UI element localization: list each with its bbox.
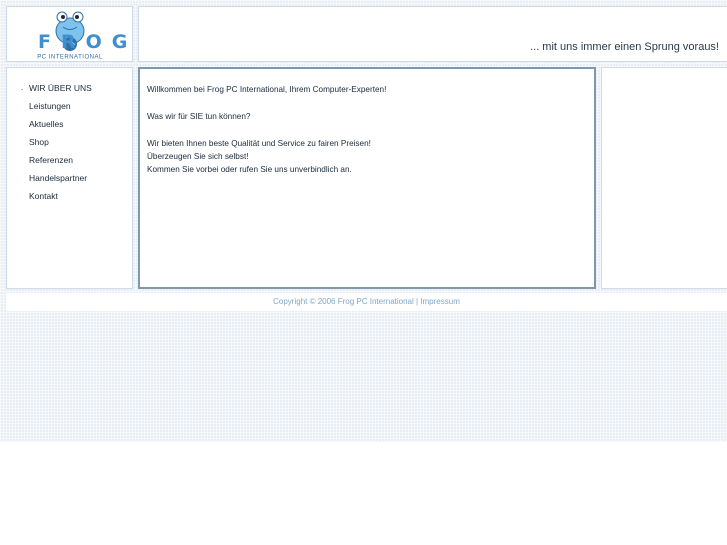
convince-line: Überzeugen Sie sich selbst! <box>147 152 249 161</box>
offer-line: Wir bieten Ihnen beste Qualität und Serv… <box>147 138 371 148</box>
nav-item-shop[interactable]: Shop <box>7 136 92 154</box>
right-sidebar <box>601 67 727 289</box>
nav-item-kontakt[interactable]: Kontakt <box>7 190 92 208</box>
copyright-link[interactable]: Copyright © 2006 Frog PC International <box>273 297 414 306</box>
nav-item-label: Kontakt <box>29 191 58 201</box>
logo-panel: FROG PC INTERNATIONAL <box>6 6 133 62</box>
header-panel: ... mit uns immer einen Sprung voraus! <box>138 6 727 62</box>
nav-item-label: WIR ÜBER UNS <box>29 83 92 93</box>
frog-logo[interactable]: FROG PC INTERNATIONAL <box>7 7 132 61</box>
active-marker: . <box>21 83 24 92</box>
nav-item-label: Leistungen <box>29 101 71 111</box>
footer: Copyright © 2006 Frog PC International |… <box>6 293 727 311</box>
sidebar-navigation: . WIR ÜBER UNS Leistungen Aktuelles Shop… <box>6 67 133 289</box>
nav-list: . WIR ÜBER UNS Leistungen Aktuelles Shop… <box>7 82 92 208</box>
nav-item-label: Referenzen <box>29 155 73 165</box>
welcome-line: Willkommen bei Frog PC International, Ih… <box>147 85 387 94</box>
nav-item-leistungen[interactable]: Leistungen <box>7 100 92 118</box>
logo-subtitle: PC INTERNATIONAL <box>37 55 103 61</box>
footer-line: Copyright © 2006 Frog PC International |… <box>6 297 727 306</box>
header-tagline: ... mit uns immer einen Sprung voraus! <box>530 41 719 53</box>
nav-item-label: Shop <box>29 137 49 147</box>
main-content: Willkommen bei Frog PC International, Ih… <box>138 67 596 289</box>
logo-word: FROG <box>38 31 132 53</box>
nav-item-wir-ueber-uns[interactable]: . WIR ÜBER UNS <box>7 82 92 100</box>
welcome-text: Willkommen bei Frog PC International, Ih… <box>147 83 587 177</box>
impressum-link[interactable]: Impressum <box>420 297 460 306</box>
nav-item-label: Handelspartner <box>29 173 88 183</box>
nav-item-aktuelles[interactable]: Aktuelles <box>7 118 92 136</box>
nav-item-referenzen[interactable]: Referenzen <box>7 154 92 172</box>
nav-item-label: Aktuelles <box>29 119 64 129</box>
question-line: Was wir für SIE tun können? <box>147 111 251 121</box>
nav-item-handelspartner[interactable]: Handelspartner <box>7 172 92 190</box>
contact-line: Kommen Sie vorbei oder rufen Sie uns unv… <box>147 165 352 175</box>
